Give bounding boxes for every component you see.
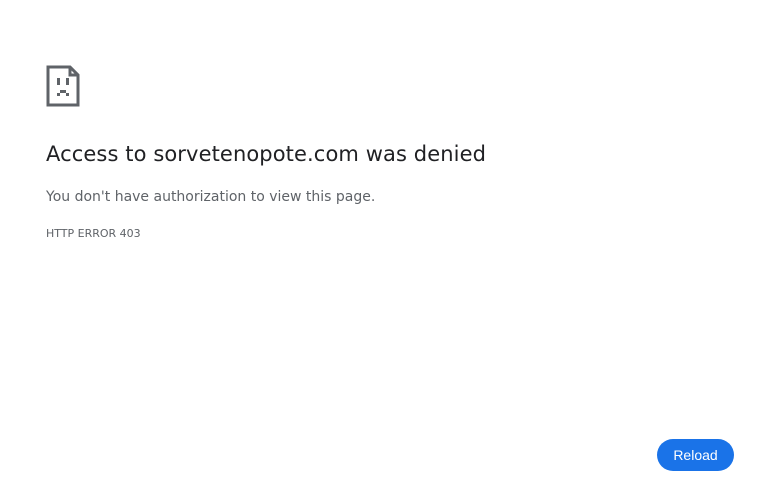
error-page: Access to sorvetenopote.com was denied Y… (0, 0, 780, 493)
sad-page-icon (46, 65, 80, 107)
error-message: You don't have authorization to view thi… (46, 189, 376, 205)
error-title: Access to sorvetenopote.com was denied (46, 142, 487, 166)
reload-button[interactable]: Reload (657, 439, 734, 471)
error-code: HTTP ERROR 403 (46, 227, 141, 240)
